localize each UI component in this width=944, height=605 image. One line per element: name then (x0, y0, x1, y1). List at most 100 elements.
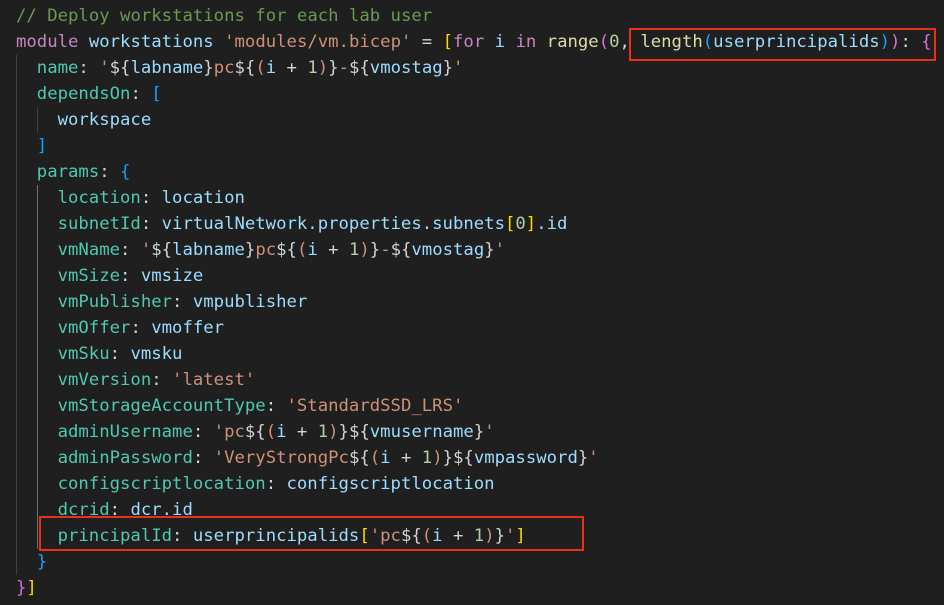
code-token: vmostag (411, 240, 485, 260)
code-token: i (380, 448, 391, 468)
code-token: subnetId (57, 214, 141, 234)
code-line: dependsOn: [ (37, 81, 162, 107)
code-token: : (140, 214, 162, 234)
code-token: } (244, 240, 256, 260)
code-token: ' (453, 58, 464, 78)
code-token: ${ (390, 240, 412, 260)
code-token: 1 (307, 58, 318, 78)
code-token: i (307, 240, 318, 260)
code-line: vmSku: vmsku (58, 341, 183, 367)
code-token: : (265, 474, 287, 494)
code-token: params (36, 162, 100, 182)
code-token: 'modules/vm.bicep' (224, 32, 412, 52)
indent-guide-dependson (37, 107, 38, 133)
code-token: ${ (151, 240, 173, 260)
code-line: params: { (37, 159, 131, 185)
code-token: ' (140, 240, 152, 260)
code-token: ) (432, 448, 443, 468)
code-token: } (442, 58, 454, 78)
code-token: 1 (348, 240, 360, 260)
code-line: name: '${labname}pc${(i + 1)}-${vmostag}… (37, 55, 464, 81)
code-token: [ (151, 84, 162, 104)
code-token: : (120, 240, 141, 260)
code-token: } (36, 552, 48, 572)
code-line: adminPassword: 'VeryStrongPc${(i + 1)}${… (58, 445, 599, 471)
code-token: labname (172, 240, 245, 260)
code-token: : (130, 84, 152, 104)
code-token: : (151, 370, 173, 390)
code-token: } (203, 58, 214, 78)
code-token: location (57, 188, 141, 208)
code-token: : (78, 58, 100, 78)
code-token: : (109, 344, 131, 364)
code-token: = (411, 32, 443, 52)
code-token: + (276, 58, 308, 78)
code-token: vmSize (57, 266, 121, 286)
code-line: vmOffer: vmoffer (58, 315, 225, 341)
code-token: + (390, 448, 422, 468)
code-token: ( (265, 422, 277, 442)
highlight-box-principalid (39, 516, 584, 551)
code-line: configscriptlocation: configscriptlocati… (58, 471, 495, 497)
code-token: } (328, 58, 339, 78)
code-token: - (338, 58, 349, 78)
code-token: in (515, 32, 537, 52)
code-token: ( (369, 448, 381, 468)
code-token: } (338, 422, 349, 442)
code-line: adminUsername: 'pc${(i + 1)}${vmusername… (58, 419, 495, 445)
code-token: vmoffer (151, 318, 225, 338)
code-token: } (473, 422, 485, 442)
code-token: location (161, 188, 245, 208)
code-token: - (380, 240, 391, 260)
code-token: : (192, 448, 214, 468)
code-token: : (172, 292, 193, 312)
code-line: vmSize: vmsize (58, 263, 204, 289)
code-token: : (265, 396, 287, 416)
code-token: ' (99, 58, 110, 78)
code-token: ( (296, 240, 308, 260)
code-token: adminPassword (57, 448, 193, 468)
indent-guide-outer (16, 55, 17, 575)
code-token: ${ (109, 58, 131, 78)
code-line: // Deploy workstations for each lab user (16, 3, 432, 29)
code-token: pc (213, 58, 235, 78)
code-token: name (36, 58, 79, 78)
code-token: module (16, 32, 79, 52)
code-token: vmpassword (473, 448, 578, 468)
code-token: dependsOn (36, 84, 131, 104)
code-token: ] (26, 578, 37, 598)
code-token: 0 (609, 32, 620, 52)
code-token: : (99, 162, 121, 182)
code-line: vmName: '${labname}pc${(i + 1)}-${vmosta… (58, 237, 505, 263)
code-token: } (442, 448, 453, 468)
code-token: for (453, 32, 485, 52)
code-token: 'VeryStrongPc (213, 448, 349, 468)
code-token: ' (588, 448, 599, 468)
code-editor[interactable]: // Deploy workstations for each lab user… (0, 0, 944, 605)
code-line: vmPublisher: vmpublisher (58, 289, 308, 315)
code-token: } (484, 240, 495, 260)
code-token: ] (525, 214, 537, 234)
code-line: subnetId: virtualNetwork.properties.subn… (58, 211, 568, 237)
code-token: ${ (244, 422, 266, 442)
code-token: : (130, 318, 152, 338)
code-token: workspace (57, 110, 152, 130)
code-token: labname (130, 58, 204, 78)
code-token: } (577, 448, 589, 468)
code-token: ${ (453, 448, 474, 468)
code-token: + (286, 422, 318, 442)
code-line: workspace (58, 107, 152, 133)
code-token: 1 (317, 422, 329, 442)
code-token: ( (598, 32, 610, 52)
code-token: vmusername (369, 422, 474, 442)
code-token: 'StandardSSD_LRS' (286, 396, 464, 416)
code-token: i (276, 422, 287, 442)
code-token: ${ (276, 240, 297, 260)
code-token: : (120, 266, 141, 286)
code-token: ${ (348, 422, 370, 442)
code-token: vmsku (130, 344, 183, 364)
code-token: ( (255, 58, 266, 78)
